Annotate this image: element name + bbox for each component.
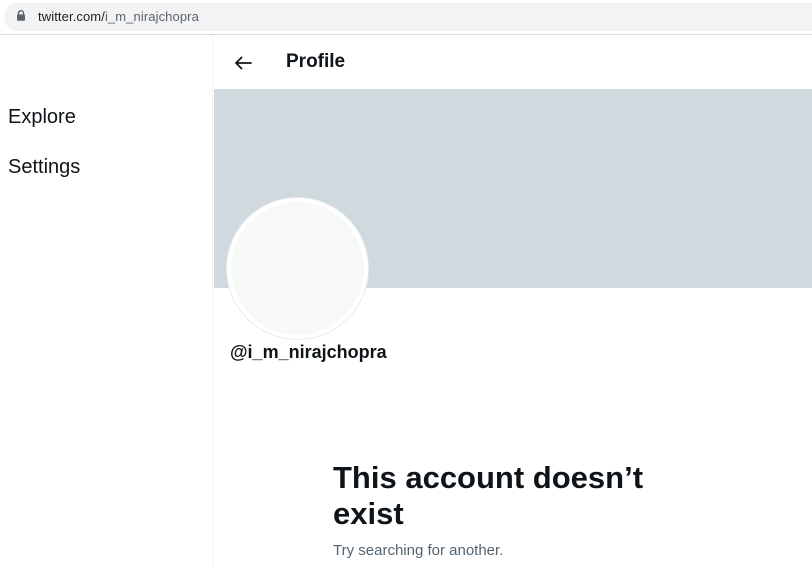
sidebar: Explore Settings [0, 36, 213, 568]
profile-handle: @i_m_nirajchopra [230, 342, 387, 362]
avatar [227, 198, 368, 339]
profile-column: Profile @i_m_nirajchopra This account do… [214, 36, 812, 568]
lock-icon[interactable] [16, 10, 26, 21]
address-bar: twitter.com/i_m_nirajchopra [0, 0, 812, 35]
profile-header: Profile [214, 36, 812, 89]
empty-state: This account doesn’t exist Try searching… [333, 460, 693, 559]
arrow-left-icon [235, 56, 252, 70]
page-title: Profile [286, 51, 346, 72]
url-host: twitter.com/ [38, 9, 105, 24]
sidebar-item-explore[interactable]: Explore [8, 106, 76, 129]
url-text[interactable]: twitter.com/i_m_nirajchopra [38, 9, 199, 24]
back-button[interactable] [230, 50, 256, 76]
sidebar-item-settings[interactable]: Settings [8, 156, 80, 179]
empty-state-subtitle: Try searching for another. [333, 542, 504, 559]
url-path: i_m_nirajchopra [104, 9, 199, 24]
empty-state-title: This account doesn’t exist [333, 460, 644, 531]
